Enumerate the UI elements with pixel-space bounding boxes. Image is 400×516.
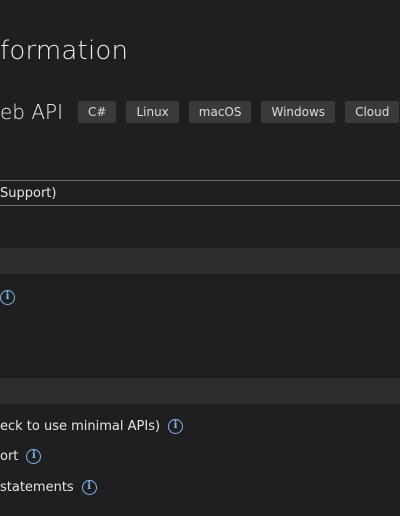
section-divider <box>0 248 400 274</box>
tag-linux: Linux <box>126 101 179 123</box>
tag-windows: Windows <box>261 101 336 123</box>
openapi-support-option[interactable]: ort i <box>0 446 42 466</box>
tag-macos: macOS <box>188 101 252 123</box>
page-title: formation <box>0 36 129 66</box>
use-controllers-label: eck to use minimal APIs) <box>0 418 161 434</box>
top-level-statements-label: statements <box>0 479 74 495</box>
framework-selected-value: Support) <box>0 186 57 201</box>
additional-information-dialog: formation eb API C# Linux macOS Windows … <box>0 0 400 516</box>
top-level-statements-option[interactable]: statements i <box>0 477 97 497</box>
option-info-row: i <box>0 287 15 307</box>
info-icon[interactable]: i <box>168 418 184 434</box>
tag-csharp: C# <box>78 101 117 123</box>
info-icon[interactable]: i <box>81 479 97 495</box>
tag-cloud: Cloud <box>345 101 400 123</box>
info-icon[interactable]: i <box>0 289 15 305</box>
info-icon[interactable]: i <box>26 448 42 464</box>
template-name: eb API <box>0 100 63 124</box>
framework-dropdown[interactable]: Support) <box>0 180 400 206</box>
use-controllers-option[interactable]: eck to use minimal APIs) i <box>0 416 184 436</box>
section-divider <box>0 378 400 404</box>
openapi-support-label: ort <box>0 448 19 464</box>
template-tags: C# Linux macOS Windows Cloud <box>78 101 400 123</box>
